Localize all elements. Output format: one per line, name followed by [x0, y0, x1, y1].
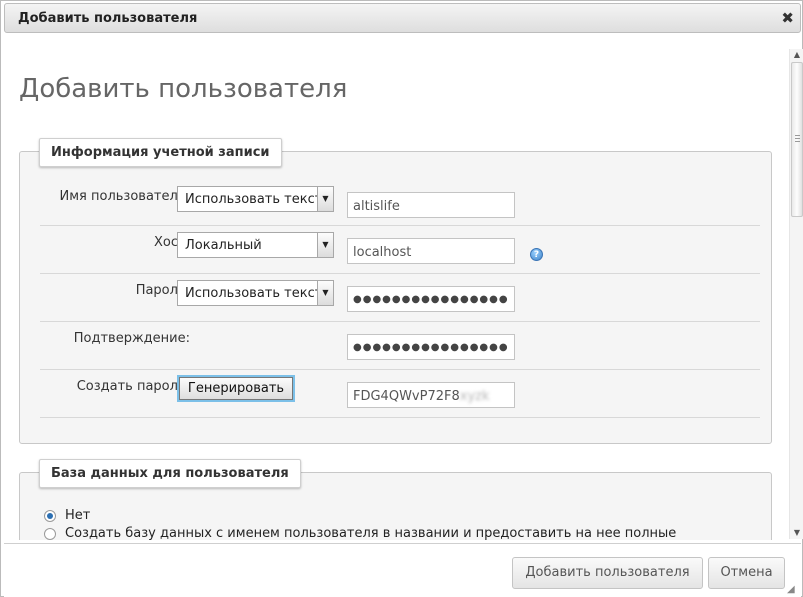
- username-type-select[interactable]: Использовать текст ▼: [177, 186, 334, 212]
- scroll-up-icon[interactable]: ▲: [790, 49, 803, 61]
- db-create-label[interactable]: Создать базу данных с именем пользовател…: [65, 526, 676, 540]
- confirm-password-input[interactable]: ●●●●●●●●●●●●●●●●: [347, 334, 515, 360]
- host-type-select[interactable]: Локальный ▼: [177, 232, 334, 258]
- confirm-row: Подтверждение: ●●●●●●●●●●●●●●●●: [40, 322, 760, 370]
- generated-password-blurred: xyzk: [459, 389, 490, 404]
- dialog-content: Добавить пользователя Информация учетной…: [1, 34, 789, 540]
- username-label: Имя пользователя:: [59, 189, 190, 204]
- dialog-titlebar[interactable]: Добавить пользователя ✖: [4, 3, 801, 33]
- generated-password-value: FDG4QWvP72F8: [353, 389, 460, 404]
- account-info-legend: Информация учетной записи: [39, 138, 282, 167]
- generate-password-row: Создать пароль: Генерировать FDG4QWvP72F…: [40, 370, 760, 418]
- db-create-radio[interactable]: [44, 528, 56, 540]
- db-none-label[interactable]: Нет: [65, 508, 90, 523]
- username-input[interactable]: altislife: [347, 192, 515, 218]
- help-icon[interactable]: ?: [530, 248, 543, 261]
- password-row: Пароль: Использовать текст ▼ ●●●●●●●●●●●…: [40, 274, 760, 322]
- vertical-scrollbar[interactable]: ▲ ▼: [789, 49, 803, 539]
- dialog-title: Добавить пользователя: [18, 11, 198, 26]
- page-title: Добавить пользователя: [19, 74, 348, 104]
- scroll-down-icon[interactable]: ▼: [790, 527, 803, 539]
- grip-icon: [795, 135, 800, 142]
- scrollbar-thumb[interactable]: [791, 62, 803, 217]
- chevron-down-icon[interactable]: ▼: [317, 233, 333, 257]
- close-icon[interactable]: ✖: [781, 9, 794, 27]
- generate-button[interactable]: Генерировать: [177, 375, 295, 402]
- dialog-footer: Добавить пользователя Отмена ◢: [4, 543, 801, 597]
- generate-password-label: Создать пароль:: [76, 379, 190, 394]
- account-info-fieldset: Информация учетной записи Имя пользовате…: [19, 138, 772, 444]
- password-type-select[interactable]: Использовать текст ▼: [177, 280, 334, 306]
- password-input[interactable]: ●●●●●●●●●●●●●●●●: [347, 286, 515, 312]
- resize-grip-icon[interactable]: ◢: [787, 584, 799, 596]
- add-user-dialog: Добавить пользователя ✖ Добавить пользов…: [0, 0, 803, 597]
- username-row: Имя пользователя: Использовать текст ▼ a…: [40, 178, 760, 226]
- host-type-value: Локальный: [185, 238, 262, 253]
- chevron-down-icon[interactable]: ▼: [317, 281, 333, 305]
- confirm-label: Подтверждение:: [73, 331, 190, 346]
- username-type-value: Использовать текст: [185, 192, 323, 207]
- password-type-value: Использовать текст: [185, 286, 323, 301]
- database-legend: База данных для пользователя: [39, 459, 301, 488]
- host-row: Хост: Локальный ▼ localhost ?: [40, 226, 760, 274]
- chevron-down-icon[interactable]: ▼: [317, 187, 333, 211]
- database-fieldset: База данных для пользователя Нет Создать…: [19, 459, 772, 540]
- cancel-button[interactable]: Отмена: [708, 557, 785, 589]
- host-input[interactable]: localhost: [347, 238, 515, 264]
- generated-password-field[interactable]: FDG4QWvP72F8xyzk: [347, 382, 515, 408]
- add-user-button[interactable]: Добавить пользователя: [512, 557, 703, 589]
- db-none-radio[interactable]: [44, 510, 56, 522]
